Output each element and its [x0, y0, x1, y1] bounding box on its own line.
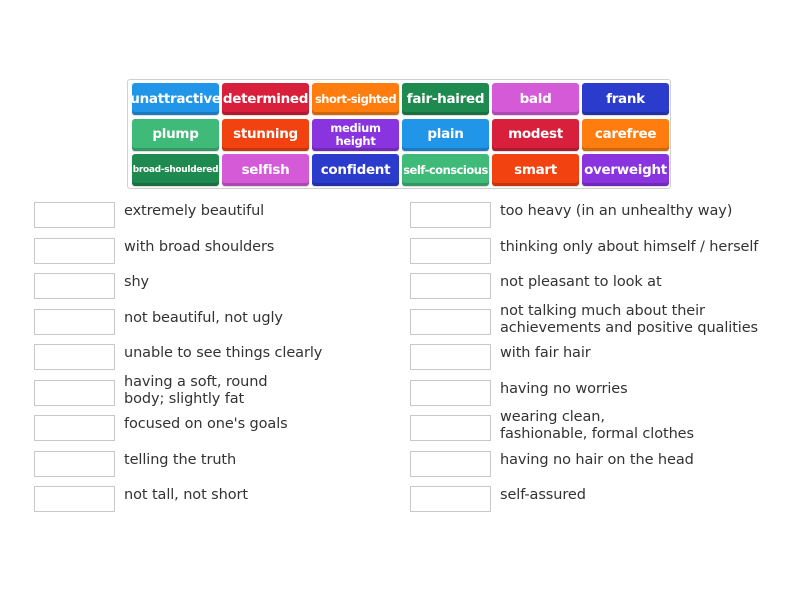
definition-text: not tall, not short [124, 487, 248, 503]
definition-text: telling the truth [124, 451, 237, 468]
definition-row: having a soft, round body; slightly fat [34, 374, 414, 416]
definitions-left-column: extremely beautiful with broad shoulders… [34, 202, 414, 522]
tile-selfish[interactable]: selfish [222, 154, 309, 186]
definition-text: wearing clean, fashionable, formal cloth… [500, 409, 694, 443]
definition-row: extremely beautiful [34, 202, 414, 238]
definition-row: with broad shoulders [34, 237, 414, 274]
tile-bald[interactable]: bald [492, 83, 579, 115]
definition-text: extremely beautiful [124, 203, 265, 219]
drop-target[interactable] [410, 273, 491, 299]
definition-text: with fair hair [500, 345, 591, 361]
definition-row: not talking much about their achievement… [410, 303, 790, 345]
drop-target[interactable] [34, 308, 115, 335]
tile-modest[interactable]: modest [492, 118, 579, 151]
tile-smart[interactable]: smart [492, 154, 579, 186]
drop-target[interactable] [410, 237, 491, 264]
drop-target[interactable] [410, 450, 491, 477]
drop-target[interactable] [34, 237, 115, 264]
definition-row: self-assured [410, 486, 790, 522]
definition-line: body; slightly fat [124, 390, 245, 407]
tile-frank[interactable]: frank [582, 83, 669, 115]
definition-text: not pleasant to look at [500, 274, 662, 290]
tile-confident[interactable]: confident [312, 154, 399, 186]
drop-target[interactable] [410, 415, 491, 441]
definition-text: not beautiful, not ugly [124, 309, 283, 326]
tile-determined[interactable]: determined [222, 83, 309, 115]
definition-text: having no hair on the head [500, 451, 694, 468]
definition-text: with broad shoulders [124, 238, 275, 255]
drop-target[interactable] [34, 486, 115, 512]
tile-self-conscious[interactable]: self-conscious [402, 154, 489, 186]
tile-broad-shouldered[interactable]: broad-shouldered [132, 154, 219, 186]
drop-target[interactable] [410, 308, 491, 335]
tile-stunning[interactable]: stunning [222, 118, 309, 151]
word-tile-tray: unattractive determined short-sighted fa… [127, 79, 671, 189]
drop-target[interactable] [410, 344, 491, 370]
definition-line: not talking much about their [500, 302, 705, 319]
definition-line: fashionable, formal clothes [500, 426, 694, 442]
drop-target[interactable] [34, 202, 115, 228]
drop-target[interactable] [34, 415, 115, 441]
tile-carefree[interactable]: carefree [582, 118, 669, 151]
definition-text: thinking only about himself / herself [500, 238, 759, 255]
tile-plain[interactable]: plain [402, 118, 489, 151]
definition-text: having no worries [500, 380, 628, 397]
definition-row: too heavy (in an unhealthy way) [410, 202, 790, 238]
definition-text: too heavy (in an unhealthy way) [500, 203, 733, 219]
definition-text: not talking much about their achievement… [500, 303, 758, 337]
definition-line: achievements and positive qualities [500, 319, 758, 336]
definition-row: not beautiful, not ugly [34, 308, 414, 345]
tile-medium-height[interactable]: medium height [312, 118, 399, 151]
drop-target[interactable] [34, 344, 115, 370]
definition-text: having a soft, round body; slightly fat [124, 373, 268, 408]
definition-row: thinking only about himself / herself [410, 237, 790, 274]
definition-text: unable to see things clearly [124, 345, 323, 361]
definition-line: wearing clean, [500, 409, 605, 425]
drop-target[interactable] [34, 379, 115, 406]
definition-line: having a soft, round [124, 373, 268, 390]
drop-target[interactable] [410, 379, 491, 406]
definition-row: wearing clean, fashionable, formal cloth… [410, 409, 790, 451]
drop-target[interactable] [34, 273, 115, 299]
tile-unattractive[interactable]: unattractive [130, 83, 221, 115]
definition-row: telling the truth [34, 450, 414, 487]
definition-row: shy [34, 273, 414, 309]
tile-fair-haired[interactable]: fair-haired [402, 83, 489, 115]
definition-text: self-assured [500, 487, 586, 503]
tile-plump[interactable]: plump [132, 118, 219, 151]
definition-text: shy [124, 274, 150, 290]
drop-target[interactable] [410, 202, 491, 228]
definition-row: not tall, not short [34, 486, 414, 522]
drop-target[interactable] [34, 450, 115, 477]
definition-row: focused on one's goals [34, 415, 414, 451]
definition-text: focused on one's goals [124, 416, 288, 432]
drop-target[interactable] [410, 486, 491, 512]
definitions-right-column: too heavy (in an unhealthy way) thinking… [410, 202, 790, 522]
definition-row: having no hair on the head [410, 450, 790, 487]
tile-overweight[interactable]: overweight [582, 154, 669, 186]
definition-row: with fair hair [410, 344, 790, 380]
tile-short-sighted[interactable]: short-sighted [312, 83, 399, 115]
